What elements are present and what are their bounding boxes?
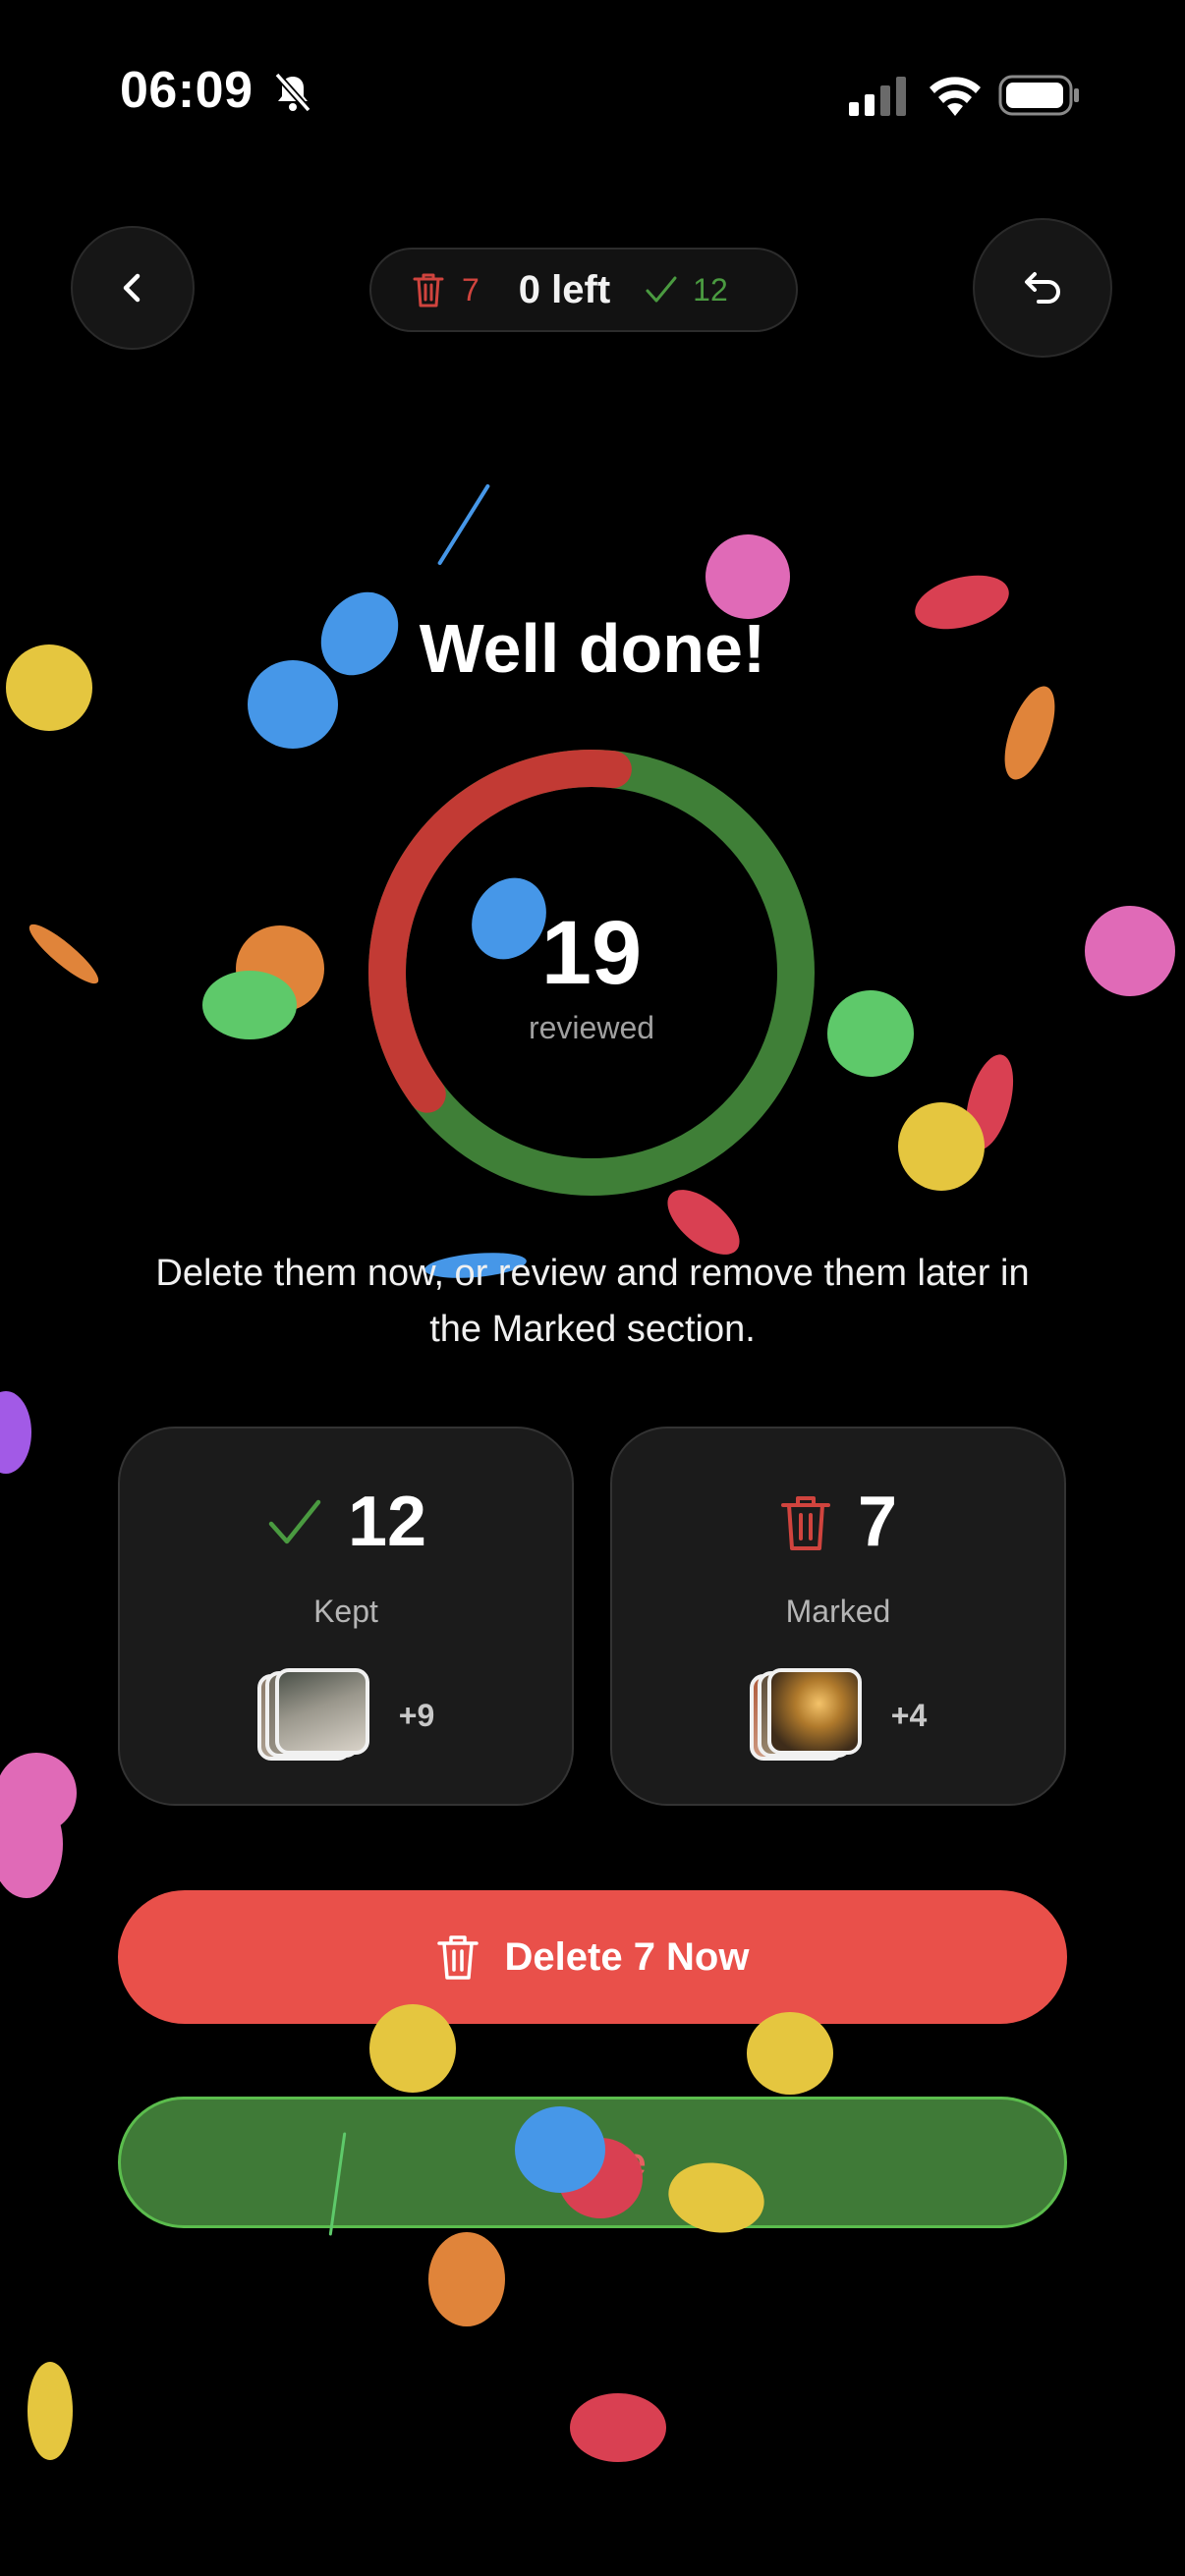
confetti-piece <box>898 1102 985 1191</box>
trash-icon <box>780 1496 830 1550</box>
delete-now-button[interactable]: Delete 7 Now <box>118 1890 1067 2024</box>
kept-photo-stack <box>256 1668 371 1763</box>
delete-now-label: Delete 7 Now <box>504 1934 750 1979</box>
chevron-left-icon <box>123 273 141 303</box>
confetti-piece <box>827 990 914 1077</box>
kept-card[interactable]: 12 Kept +9 <box>118 1427 574 1806</box>
wifi-icon <box>930 77 981 116</box>
confetti-piece <box>1085 906 1175 996</box>
confetti-piece <box>28 2362 73 2460</box>
undo-button[interactable] <box>973 218 1112 358</box>
confetti-piece <box>747 2012 833 2095</box>
status-time: 06:09 <box>120 62 254 119</box>
trash-count: 7 <box>462 271 480 308</box>
photo-thumbnail <box>766 1668 862 1755</box>
kept-more-count: +9 <box>398 1697 435 1733</box>
confetti-piece <box>705 534 790 619</box>
confetti-piece <box>994 680 1065 786</box>
confetti-piece <box>515 2106 605 2193</box>
cellular-signal-icon <box>849 77 906 116</box>
progress-pill: 7 0 left 12 <box>369 248 798 332</box>
undo-arrow-icon <box>1025 272 1060 304</box>
confetti-piece <box>0 1391 31 1474</box>
marked-card-count: 7 <box>857 1483 898 1561</box>
confetti-piece <box>202 971 297 1039</box>
silent-bell-icon <box>274 72 311 113</box>
description-text: Delete them now, or review and remove th… <box>155 1253 1030 1350</box>
kept-card-label: Kept <box>313 1594 378 1629</box>
back-button[interactable] <box>71 226 195 350</box>
marked-card[interactable]: 7 Marked +4 <box>610 1427 1066 1806</box>
confetti-piece <box>23 917 105 991</box>
remaining-count: 0 left <box>518 267 611 311</box>
marked-photo-stack <box>749 1668 864 1763</box>
confetti-piece <box>570 2393 666 2462</box>
kept-card-count: 12 <box>347 1483 427 1561</box>
reviewed-label: reviewed <box>528 1010 655 1045</box>
reviewed-count: 19 <box>540 903 643 1003</box>
trash-icon <box>413 273 444 308</box>
confetti-piece <box>369 2004 456 2093</box>
checkmark-icon <box>268 1499 321 1544</box>
checkmark-icon <box>646 276 677 303</box>
marked-card-label: Marked <box>785 1594 891 1629</box>
trash-icon <box>436 1935 479 1980</box>
confetti-piece <box>428 2232 505 2326</box>
completion-title: Well done! <box>419 610 766 687</box>
photo-thumbnail <box>274 1668 369 1755</box>
battery-icon <box>998 75 1079 116</box>
marked-more-count: +4 <box>890 1697 928 1733</box>
confetti-piece <box>436 483 491 566</box>
kept-count: 12 <box>693 271 728 308</box>
